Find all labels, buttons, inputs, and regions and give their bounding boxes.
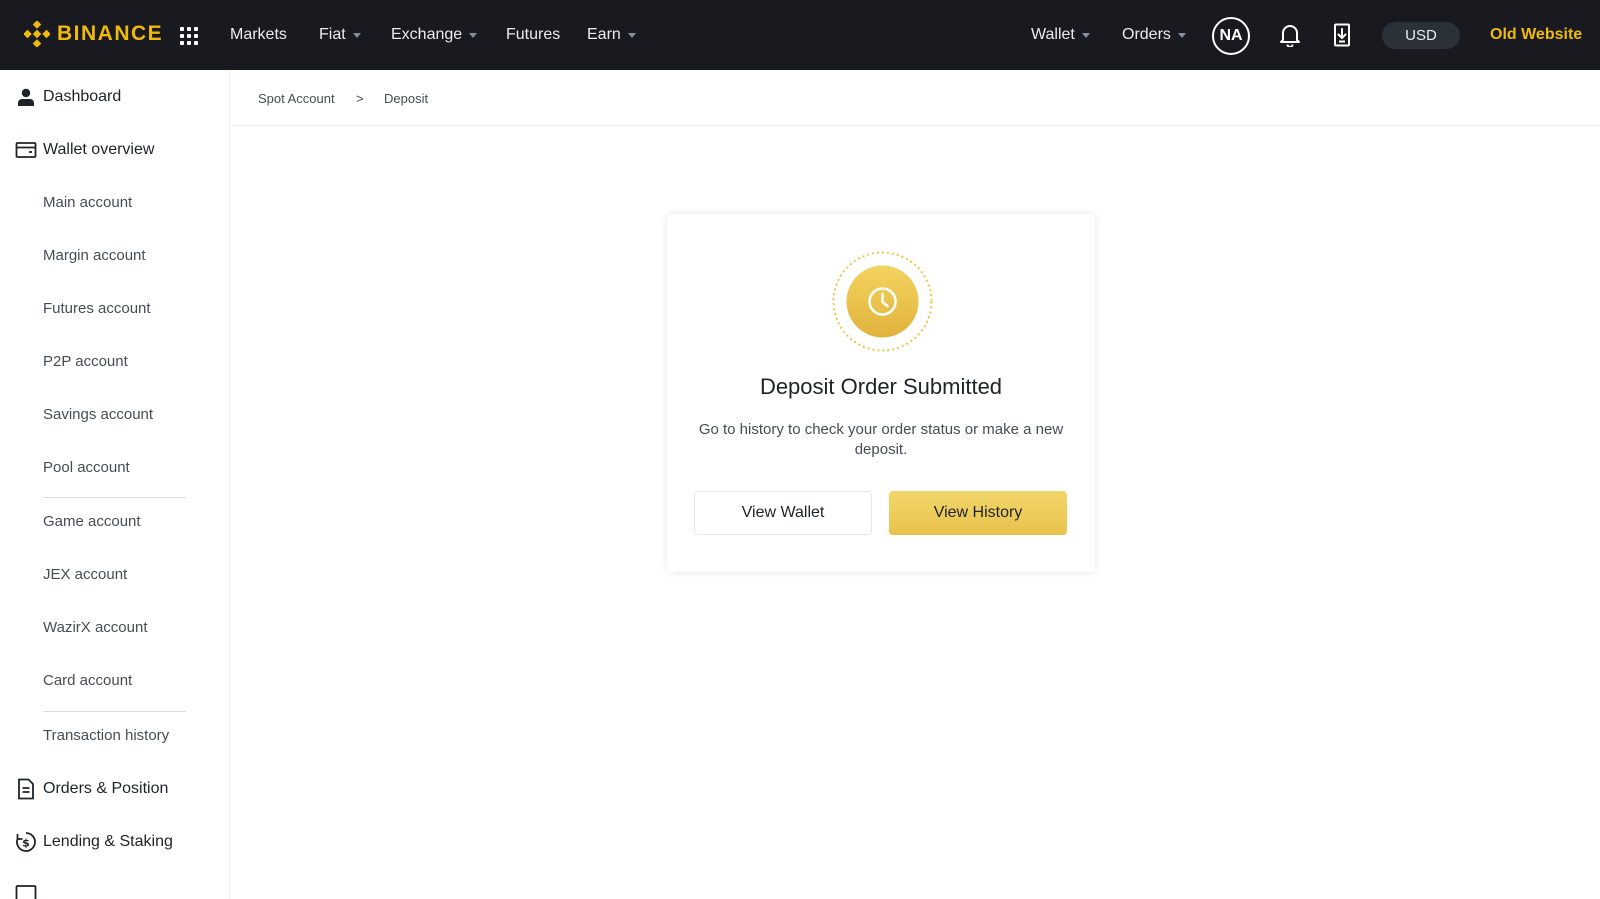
- top-navbar: BINANCE Markets Fiat Exchange Futures Ea…: [0, 0, 1600, 70]
- nav-exchange[interactable]: Exchange: [391, 0, 478, 70]
- sidebar-item-game-account[interactable]: Game account: [0, 495, 229, 548]
- sidebar-item-jex-account[interactable]: JEX account: [0, 548, 229, 601]
- user-avatar[interactable]: NA: [1212, 17, 1250, 55]
- currency-selector[interactable]: USD: [1382, 22, 1460, 49]
- apps-grid-icon[interactable]: [180, 27, 198, 45]
- svg-text:$: $: [22, 837, 30, 850]
- nav-fiat[interactable]: Fiat: [319, 0, 361, 70]
- dollar-coin-icon: $: [16, 832, 36, 852]
- breadcrumb-separator: >: [356, 90, 364, 106]
- sidebar-item-transaction-history[interactable]: Transaction history: [0, 709, 229, 762]
- sidebar-item-label: Lending & Staking: [43, 832, 173, 850]
- view-history-button[interactable]: View History: [889, 491, 1067, 535]
- card-description: Go to history to check your order status…: [698, 421, 1064, 458]
- clock-icon: [832, 251, 933, 352]
- nav-earn[interactable]: Earn: [587, 0, 636, 70]
- sidebar-item-label: Main account: [43, 194, 133, 211]
- deposit-status-card: Deposit Order Submitted Go to history to…: [667, 214, 1095, 572]
- sidebar-item-card-account[interactable]: Card account: [0, 654, 229, 707]
- user-icon: [18, 88, 34, 106]
- sidebar-item-savings-account[interactable]: Savings account: [0, 388, 229, 441]
- caret-down-icon: [352, 32, 361, 38]
- brand-name: BINANCE: [57, 22, 164, 45]
- sidebar-item-label: WazirX account: [43, 619, 148, 636]
- nav-orders[interactable]: Orders: [1122, 0, 1186, 70]
- sidebar-item-label: Transaction history: [43, 727, 170, 744]
- nav-markets-label: Markets: [230, 26, 287, 43]
- sidebar-item-margin-account[interactable]: Margin account: [0, 229, 229, 282]
- sidebar-item-label: JEX account: [43, 566, 128, 583]
- binance-logo[interactable]: BINANCE: [24, 21, 163, 47]
- sidebar-item-main-account[interactable]: Main account: [0, 176, 229, 229]
- caret-down-icon: [469, 32, 478, 38]
- caret-down-icon: [627, 32, 636, 38]
- document-icon: [18, 778, 34, 800]
- sidebar-item-wazirx-account[interactable]: WazirX account: [0, 601, 229, 654]
- caret-down-icon: [1177, 32, 1186, 38]
- card-title: Deposit Order Submitted: [759, 374, 1003, 399]
- sidebar: Dashboard Wallet overview Main account M…: [0, 70, 230, 899]
- sidebar-item-pool-account[interactable]: Pool account: [0, 441, 229, 494]
- nav-futures[interactable]: Futures: [506, 0, 560, 70]
- sidebar-item-dashboard[interactable]: Dashboard: [0, 70, 229, 123]
- caret-down-icon: [1081, 32, 1090, 38]
- nav-exchange-label: Exchange: [391, 26, 463, 43]
- breadcrumb: Spot Account > Deposit: [231, 70, 1600, 126]
- nav-markets[interactable]: Markets: [230, 0, 287, 70]
- binance-logo-icon: [24, 21, 50, 47]
- breadcrumb-spot-account[interactable]: Spot Account: [258, 70, 335, 126]
- sidebar-item-p2p-account[interactable]: P2P account: [0, 335, 229, 388]
- sidebar-item-label: Game account: [43, 513, 141, 530]
- notification-bell-icon[interactable]: [1277, 22, 1303, 48]
- sidebar-item-label: Orders & Position: [43, 779, 169, 797]
- download-app-icon[interactable]: [1329, 22, 1355, 48]
- nav-wallet[interactable]: Wallet: [1031, 0, 1090, 70]
- sidebar-item-futures-account[interactable]: Futures account: [0, 282, 229, 335]
- sidebar-item-label: Pool account: [43, 459, 130, 476]
- nav-orders-label: Orders: [1122, 26, 1171, 43]
- nav-earn-label: Earn: [587, 26, 621, 43]
- nav-futures-label: Futures: [506, 26, 561, 43]
- nav-wallet-label: Wallet: [1031, 26, 1075, 43]
- breadcrumb-deposit: Deposit: [384, 90, 429, 106]
- sidebar-item-label: Wallet overview: [43, 140, 155, 158]
- sidebar-item-orders-position[interactable]: Orders & Position: [0, 762, 229, 815]
- sidebar-item-label: Savings account: [43, 406, 154, 423]
- sidebar-item-label: Dashboard: [43, 87, 122, 105]
- view-wallet-button[interactable]: View Wallet: [694, 491, 872, 535]
- wallet-icon: [15, 885, 37, 899]
- sidebar-item-lending-staking[interactable]: $ Lending & Staking: [0, 815, 229, 868]
- sidebar-item-label: Margin account: [43, 247, 146, 264]
- wallet-icon: [15, 142, 37, 158]
- sidebar-item-label: Futures account: [43, 300, 151, 317]
- sidebar-item-wallet-overview[interactable]: Wallet overview: [0, 123, 229, 176]
- sidebar-item-label: P2P account: [43, 353, 128, 370]
- sidebar-item-label: Card account: [43, 672, 133, 689]
- nav-fiat-label: Fiat: [319, 26, 346, 43]
- sidebar-item-more[interactable]: [0, 868, 229, 899]
- old-website-link[interactable]: Old Website: [1490, 0, 1582, 70]
